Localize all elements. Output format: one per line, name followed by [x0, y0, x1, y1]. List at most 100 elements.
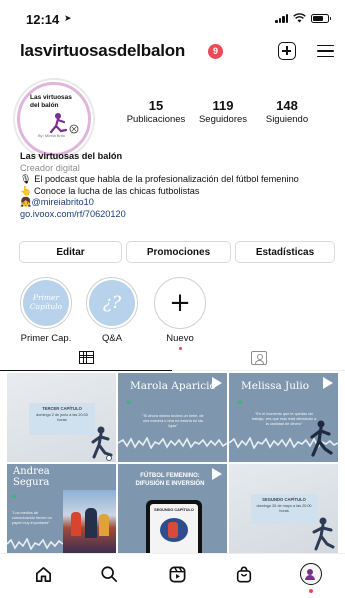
post-quote: "Si ahora mismo tuviera un bebé, de una …: [142, 414, 204, 428]
status-bar: 12:14 ➤: [0, 0, 345, 36]
highlight-primer-cap[interactable]: Primer Capítulo Primer Cap.: [16, 277, 76, 344]
status-time: 12:14: [26, 12, 60, 27]
highlight-label: Primer Cap.: [20, 333, 72, 344]
soccer-player-icon: [310, 420, 333, 457]
notification-badge[interactable]: 9: [208, 44, 223, 59]
nav-shop[interactable]: [232, 562, 256, 586]
post-quote: "Los medios de comunicación tienen un pa…: [12, 511, 52, 525]
soccer-player-icon: [312, 517, 335, 551]
profile-icon: [300, 563, 322, 585]
post-tile[interactable]: Marola Aparicio ❝ "Si ahora mismo tuvier…: [118, 373, 227, 462]
stat-label: Siguiendo: [265, 114, 309, 125]
highlight-ring: +: [154, 277, 206, 329]
reel-play-icon: [212, 377, 222, 389]
soccer-player-icon: [91, 426, 113, 461]
home-icon: [35, 566, 51, 582]
audio-waveform-icon: [7, 538, 63, 550]
wifi-icon: [293, 13, 306, 23]
stat-label: Seguidores: [198, 114, 248, 125]
tab-tagged[interactable]: [173, 344, 345, 371]
stat-value: 148: [276, 98, 298, 113]
stat-value: 119: [212, 98, 234, 113]
avatar-subtitle: By: Mireia Brito: [38, 133, 66, 138]
bio-link[interactable]: go.ivoox.com/rf/70620120: [20, 209, 330, 221]
avatar: Las virtuosas del balón By: Mireia Brito: [17, 82, 91, 156]
profile-active-dot: [309, 589, 313, 593]
stat-posts[interactable]: 15 Publicaciones: [118, 98, 194, 125]
post-photo: [63, 490, 116, 553]
phone-mockup: SEGUNDO CAPÍTULO: [146, 500, 202, 553]
post-tile[interactable]: TERCER CAPÍTULO domingo 2 de junio a las…: [7, 373, 116, 462]
bio-line: 👆 Conoce la lucha de las chicas futbolis…: [20, 185, 200, 196]
post-title: FÚTBOL FEMENINO: DIFUSIÓN E INVERSIÓN: [135, 473, 205, 488]
avatar-title: Las virtuosas del balón: [30, 94, 72, 109]
tagged-person-icon: [251, 350, 267, 365]
post-title: Andrea Segura: [13, 466, 50, 488]
status-icons: [275, 13, 331, 23]
quote-icon: ❝: [126, 400, 132, 411]
profile-header: lasvirtuosasdelbalon 9: [0, 38, 345, 70]
highlight-cover: ¿?: [89, 280, 135, 326]
nav-reels[interactable]: [165, 562, 189, 586]
profile-category: Creador digital: [20, 162, 80, 173]
phone-screen-title: SEGUNDO CAPÍTULO: [154, 508, 194, 512]
edit-profile-button[interactable]: Editar: [19, 241, 122, 263]
profile-actions: Editar Promociones Estadísticas: [19, 241, 335, 263]
highlight-label: Q&A: [101, 333, 123, 344]
nav-profile[interactable]: [299, 562, 323, 593]
stat-value: 15: [148, 98, 164, 113]
card-text: domingo 2 de junio a las 20:00 horas: [36, 413, 88, 423]
post-title: Melissa Julio: [241, 380, 310, 392]
stat-followers[interactable]: 119 Seguidores: [190, 98, 256, 125]
new-highlight-button[interactable]: + Nuevo: [152, 277, 208, 350]
reel-play-icon: [323, 377, 333, 389]
profile-name: Las virtuosas del balón: [20, 151, 123, 161]
reels-icon: [169, 566, 185, 582]
highlight-label: Nuevo: [166, 333, 194, 344]
quote-icon: ❝: [237, 400, 243, 411]
post-tile[interactable]: SEGUNDO CAPÍTULO domingo 26 de mayo a la…: [229, 464, 338, 553]
profile-avatar[interactable]: Las virtuosas del balón By: Mireia Brito: [13, 78, 95, 160]
grid-icon: [78, 350, 94, 364]
mention-link[interactable]: @mireiabrito10: [31, 197, 93, 207]
card-title: SEGUNDO CAPÍTULO: [262, 497, 306, 502]
highlight-qa[interactable]: ¿? Q&A: [84, 277, 140, 344]
bottom-navigation: [0, 553, 345, 598]
highlight-ring: Primer Capítulo: [20, 277, 72, 329]
username[interactable]: lasvirtuosasdelbalon: [20, 41, 185, 61]
highlight-ring: ¿?: [86, 277, 138, 329]
card-title: TERCER CAPÍTULO: [42, 406, 82, 411]
post-info-card: TERCER CAPÍTULO domingo 2 de junio a las…: [29, 403, 95, 435]
plus-icon: +: [169, 288, 191, 318]
quote-icon: ❝: [11, 494, 17, 505]
nav-search[interactable]: [97, 562, 121, 586]
search-icon: [101, 566, 118, 583]
post-title: Marola Aparicio: [130, 380, 216, 392]
highlight-cover: Primer Capítulo: [23, 280, 69, 326]
signal-icon: [275, 13, 288, 23]
bio-mention-line: 👧@mireiabrito10: [20, 197, 330, 209]
post-info-card: SEGUNDO CAPÍTULO domingo 26 de mayo a la…: [251, 494, 317, 524]
card-text: domingo 26 de mayo a las 20:00 horas: [256, 504, 312, 514]
girl-emoji-icon: 👧: [20, 197, 32, 208]
promotions-button[interactable]: Promociones: [126, 241, 231, 263]
menu-button[interactable]: [314, 40, 336, 62]
post-tile[interactable]: Andrea Segura ❝ "Los medios de comunicac…: [7, 464, 116, 553]
post-tile[interactable]: FÚTBOL FEMENINO: DIFUSIÓN E INVERSIÓN SE…: [118, 464, 227, 553]
statistics-button[interactable]: Estadísticas: [235, 241, 335, 263]
battery-icon: [311, 13, 331, 23]
create-post-button[interactable]: [276, 40, 298, 62]
profile-tabs: [0, 344, 345, 371]
tab-posts-grid[interactable]: [0, 344, 172, 371]
posts-grid: TERCER CAPÍTULO domingo 2 de junio a las…: [7, 373, 338, 553]
post-tile[interactable]: Melissa Julio ❝ "En el momento que te qu…: [229, 373, 338, 462]
nav-home[interactable]: [31, 562, 55, 586]
reel-play-icon: [212, 468, 222, 480]
hamburger-menu-icon: [316, 44, 334, 58]
shop-icon: [236, 565, 252, 583]
stat-following[interactable]: 148 Siguiendo: [256, 98, 318, 125]
location-arrow-icon: ➤: [64, 13, 72, 23]
soccer-player-icon: [49, 113, 79, 134]
plus-square-icon: [278, 42, 296, 60]
new-highlight-cover: +: [157, 280, 203, 326]
